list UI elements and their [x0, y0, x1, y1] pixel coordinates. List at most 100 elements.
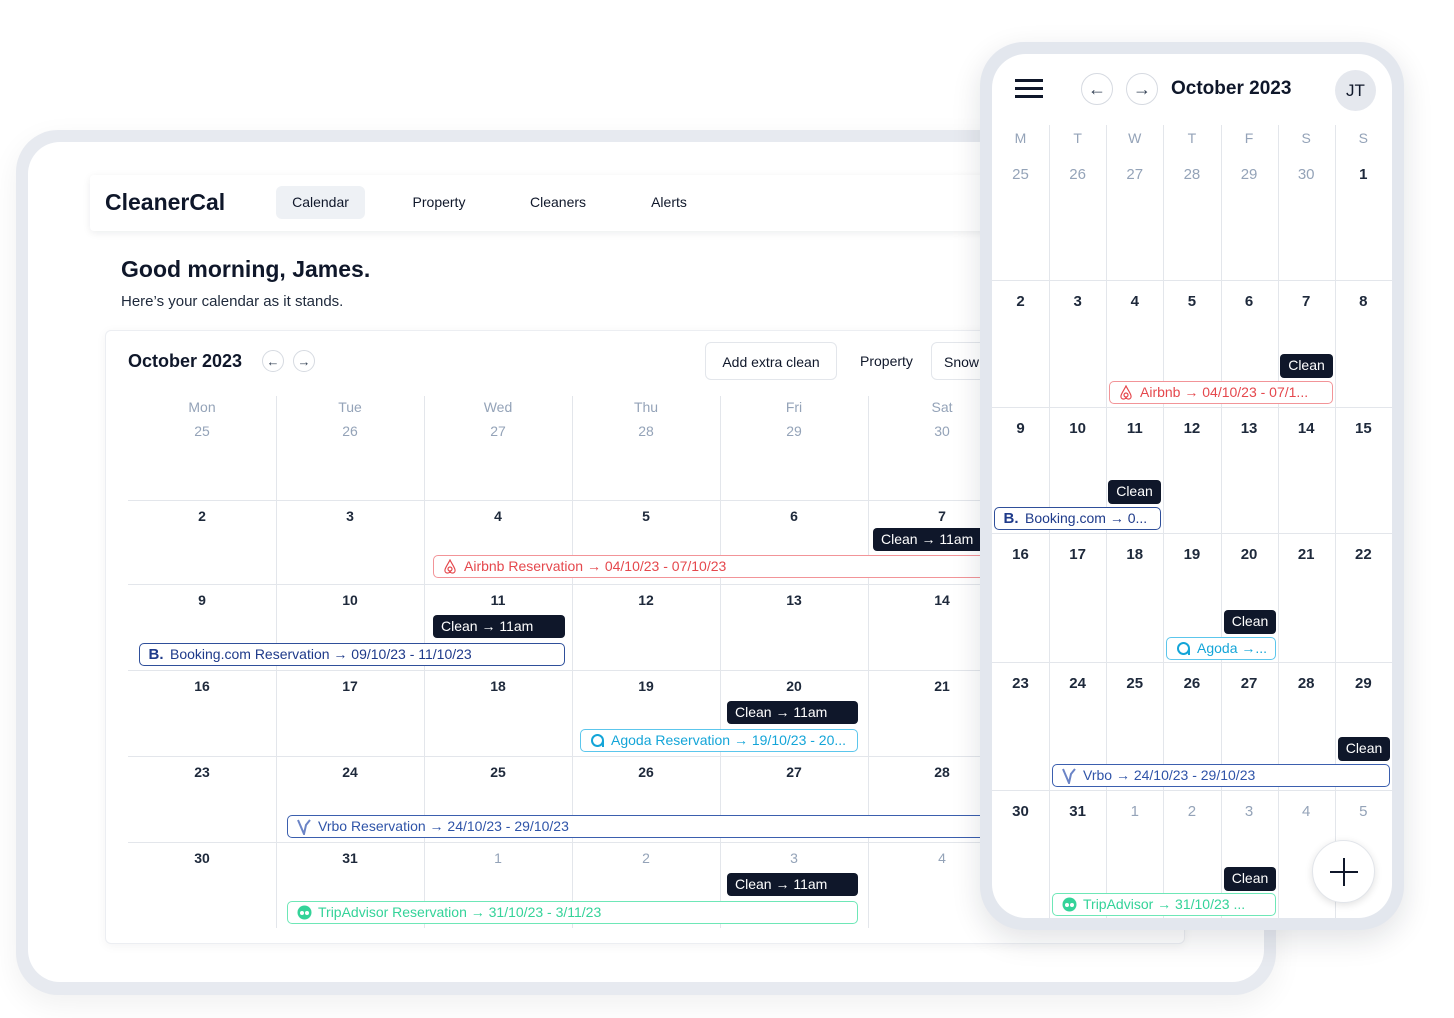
weekday-label: Fri — [785, 399, 803, 415]
booking-reservation[interactable]: B. Booking.com → 0... — [994, 507, 1161, 530]
day-number: 18 — [490, 678, 506, 694]
agoda-reservation[interactable]: Agoda Reservation → 19/10/23 - 20... — [580, 729, 858, 752]
event-label: TripAdvisor Reservation → 31/10/23 - 3/1… — [318, 904, 602, 920]
tripadvisor-icon — [1061, 897, 1077, 913]
grid-row-divider — [992, 533, 1392, 534]
mobile-next-month-button[interactable]: → — [1126, 73, 1158, 105]
day-number: 5 — [1359, 803, 1368, 820]
booking-reservation[interactable]: B. Booking.com Reservation → 09/10/23 - 1… — [139, 643, 565, 666]
clean-event[interactable]: Clean — [1280, 354, 1333, 378]
day-number: 3 — [790, 850, 798, 866]
day-number: 4 — [1302, 803, 1311, 820]
hamburger-menu-icon[interactable] — [1015, 79, 1043, 99]
day-number: 6 — [790, 508, 798, 524]
day-number: 10 — [1069, 420, 1086, 437]
agoda-icon — [589, 733, 605, 749]
nav-cleaners[interactable]: Cleaners — [514, 186, 602, 219]
app-logo: CleanerCal — [105, 189, 226, 215]
tripadvisor-reservation[interactable]: TripAdvisor → 31/10/23 ... — [1052, 893, 1276, 916]
day-number: 27 — [1126, 166, 1144, 183]
event-label: Booking.com → 0... — [1025, 510, 1148, 526]
day-number: 30 — [1297, 166, 1315, 183]
weekday-label: W — [1128, 130, 1142, 146]
arrow-left-icon: ← — [1088, 78, 1106, 99]
day-number: 28 — [638, 423, 654, 439]
day-number: 29 — [1354, 675, 1372, 692]
clean-event[interactable]: Clean — [1338, 737, 1390, 761]
day-number: 11 — [1126, 420, 1143, 437]
weekday-label: Wed — [483, 399, 513, 415]
airbnb-icon — [1118, 385, 1134, 401]
day-number: 5 — [642, 508, 650, 524]
day-number: 11 — [490, 592, 506, 608]
nav-alerts[interactable]: Alerts — [625, 186, 713, 219]
event-label: Airbnb Reservation → 04/10/23 - 07/10/23 — [464, 558, 727, 574]
tripadvisor-reservation[interactable]: TripAdvisor Reservation → 31/10/23 - 3/1… — [287, 901, 858, 924]
airbnb-reservation[interactable]: Airbnb Reservation → 04/10/23 - 07/10/23 — [433, 555, 1013, 578]
day-number: 2 — [642, 850, 650, 866]
day-number: 22 — [1354, 546, 1372, 563]
day-number: 23 — [194, 764, 210, 780]
day-number: 7 — [1302, 293, 1311, 310]
clean-event[interactable]: Clean → 11am — [433, 615, 565, 638]
day-number: 24 — [342, 764, 358, 780]
arrow-right-icon: → — [297, 353, 311, 369]
mobile-month-title: October 2023 — [1171, 78, 1292, 99]
day-number: 9 — [1016, 420, 1025, 437]
vrbo-reservation[interactable]: Vrbo → 24/10/23 - 29/10/23 — [1052, 764, 1390, 787]
day-number: 2 — [1187, 803, 1197, 820]
airbnb-reservation[interactable]: Airbnb → 04/10/23 - 07/1... — [1109, 381, 1333, 404]
grid-row-divider — [992, 662, 1392, 663]
day-number: 19 — [1183, 546, 1201, 563]
add-fab-button[interactable] — [1312, 840, 1375, 903]
day-number: 6 — [1244, 293, 1254, 310]
clean-event[interactable]: Clean — [1108, 480, 1161, 504]
prev-month-button[interactable]: ← — [262, 350, 284, 372]
day-number: 30 — [194, 850, 210, 866]
day-number: 1 — [1130, 803, 1139, 820]
next-month-button[interactable]: → — [293, 350, 315, 372]
day-number: 1 — [1359, 166, 1368, 183]
vrbo-reservation[interactable]: Vrbo Reservation → 24/10/23 - 29/10/23 — [287, 815, 1013, 838]
nav-property[interactable]: Property — [395, 186, 483, 219]
weekday-label: S — [1301, 130, 1311, 146]
clean-event[interactable]: Clean → 11am — [727, 701, 858, 724]
agoda-reservation[interactable]: Agoda →... — [1166, 637, 1276, 660]
day-number: 30 — [1012, 803, 1029, 820]
day-number: 12 — [1183, 420, 1201, 437]
mobile-screen — [992, 54, 1392, 918]
grid-column-divider — [1220, 125, 1222, 918]
event-label: TripAdvisor → 31/10/23 ... — [1083, 896, 1246, 912]
day-number: 4 — [494, 508, 502, 524]
day-number: 31 — [342, 850, 358, 866]
day-number: 29 — [786, 423, 802, 439]
nav-calendar[interactable]: Calendar — [276, 186, 365, 219]
day-number: 20 — [1240, 546, 1258, 563]
calendar-month-title: October 2023 — [128, 351, 243, 371]
user-avatar[interactable]: JT — [1335, 70, 1376, 111]
greeting-subtitle: Here’s your calendar as it stands. — [121, 293, 344, 310]
event-label: Vrbo → 24/10/23 - 29/10/23 — [1083, 767, 1256, 783]
agoda-icon — [1175, 641, 1191, 657]
grid-column-divider — [1277, 125, 1279, 918]
day-number: 16 — [1012, 546, 1029, 563]
day-number: 10 — [342, 592, 358, 608]
day-number: 5 — [1187, 293, 1197, 310]
day-number: 8 — [1359, 293, 1368, 310]
day-number: 26 — [638, 764, 654, 780]
day-number: 31 — [1069, 803, 1086, 820]
mobile-prev-month-button[interactable]: ← — [1081, 73, 1113, 105]
plus-icon — [1329, 857, 1358, 886]
day-number: 21 — [1297, 546, 1315, 563]
clean-event[interactable]: Clean — [1224, 867, 1276, 891]
clean-event[interactable]: Clean — [1224, 610, 1276, 634]
day-number: 14 — [1297, 420, 1315, 437]
day-number: 23 — [1012, 675, 1029, 692]
day-number: 18 — [1126, 546, 1144, 563]
day-number: 2 — [198, 508, 206, 524]
day-number: 2 — [1016, 293, 1025, 310]
property-label: Property — [860, 353, 913, 369]
event-label: Agoda →... — [1197, 640, 1268, 656]
clean-event[interactable]: Clean → 11am — [727, 873, 858, 896]
add-extra-clean-button[interactable]: Add extra clean — [705, 342, 837, 380]
